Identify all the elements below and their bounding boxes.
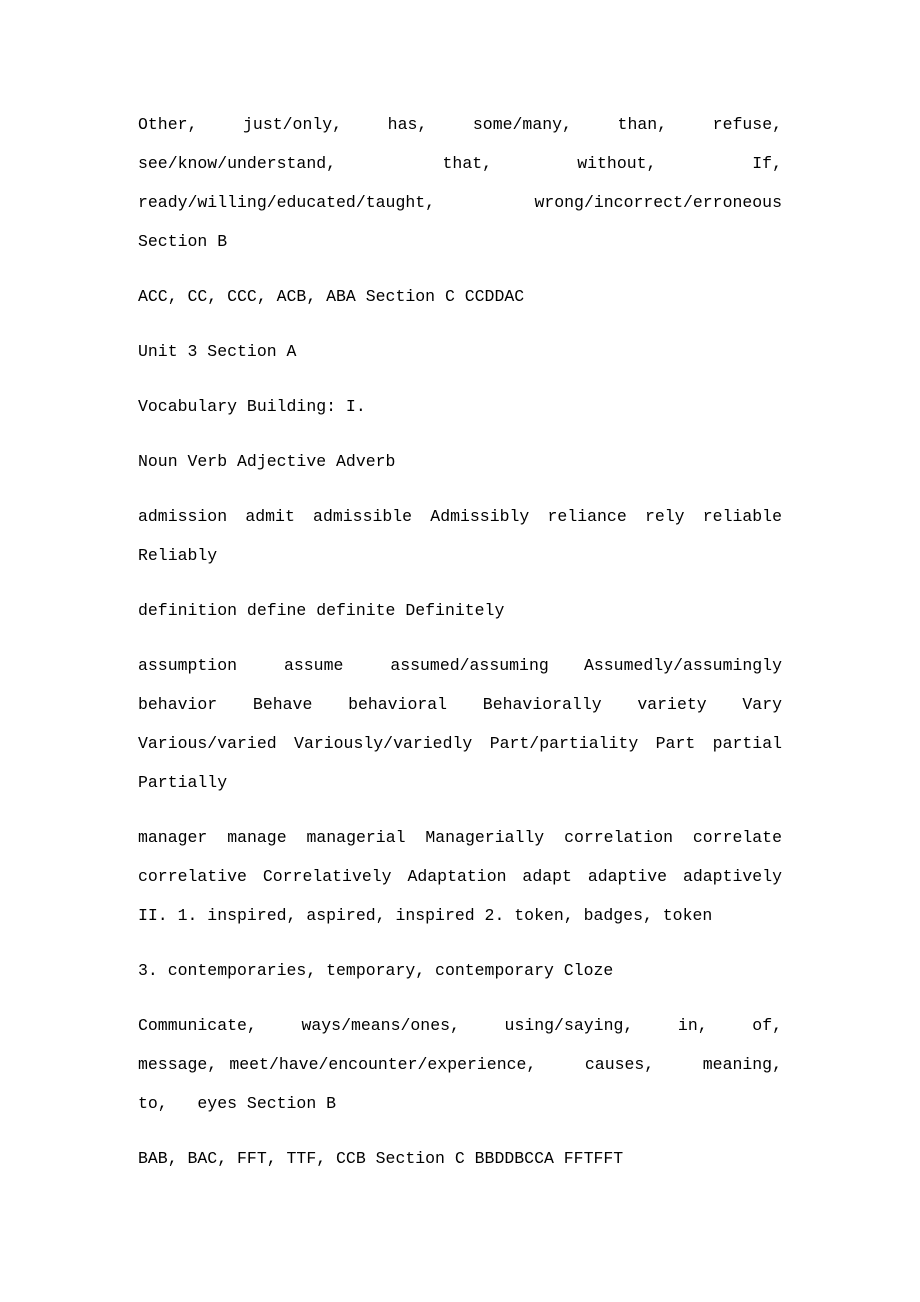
paragraph: BAB, BAC, FFT, TTF, CCB Section C BBDDBC… xyxy=(138,1149,624,1168)
paragraph: Vocabulary Building: I. xyxy=(138,397,366,416)
document-body: Other, just/only, has, some/many, than, … xyxy=(138,105,782,1178)
paragraph: Unit 3 Section A xyxy=(138,342,297,361)
paragraph: 3. contemporaries, temporary, contempora… xyxy=(138,961,614,980)
paragraph: Communicate, ways/means/ones, using/sayi… xyxy=(138,1016,812,1113)
paragraph: definition define definite Definitely xyxy=(138,601,505,620)
paragraph: manager manage managerial Managerially c… xyxy=(138,828,792,925)
paragraph: assumption assume assumed/assuming Assum… xyxy=(138,656,792,792)
paragraph: ACC, CC, CCC, ACB, ABA Section C CCDDAC xyxy=(138,287,525,306)
document-page: Other, just/only, has, some/many, than, … xyxy=(0,0,920,1302)
paragraph: admission admit admissible Admissibly re… xyxy=(138,507,792,565)
paragraph: Noun Verb Adjective Adverb xyxy=(138,452,396,471)
paragraph: Other, just/only, has, some/many, than, … xyxy=(138,115,792,251)
